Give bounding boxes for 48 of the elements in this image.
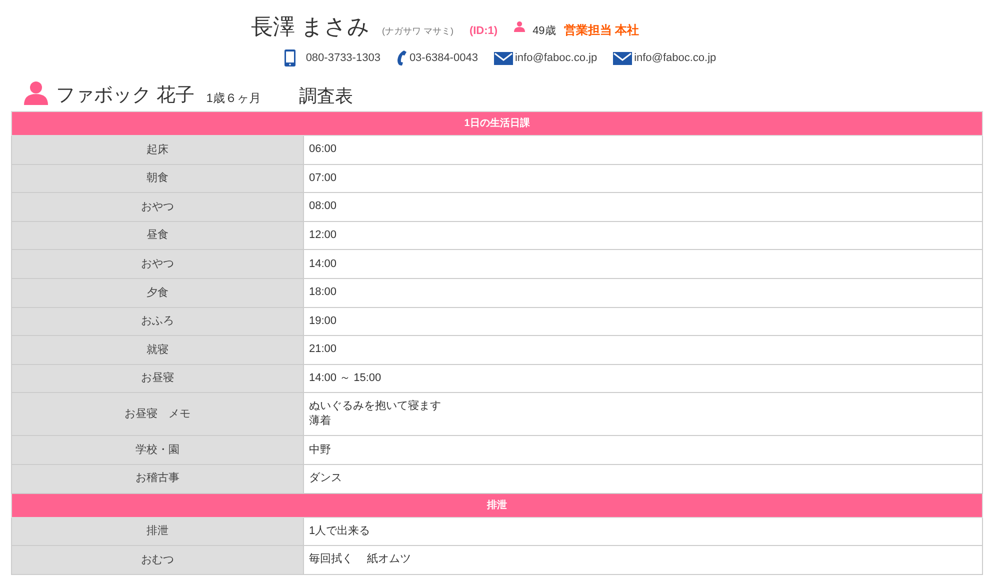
row-label: おやつ [12,250,304,278]
section-header: 1日の生活日課 [12,112,982,136]
staff-role: 営業担当 本社 [564,22,640,39]
row-label: 朝食 [12,164,304,193]
row-label: 夕食 [12,278,304,308]
staff-name: 長澤 まさみ [250,13,370,41]
row-label: 学校・園 [12,436,304,464]
row-label: お昼寝 [12,364,304,393]
table-cell: ぬいぐるみを抱いて寝ます 薄着 [304,392,982,436]
table-cell: 毎回拭く 紙オムツ [304,546,982,574]
phone-icon [396,50,408,66]
mail-icon [613,52,632,64]
row-label: 排泄 [12,517,304,546]
child-age: 1歳６ヶ月 [206,92,261,104]
row-label: おむつ [12,546,304,574]
table-cell: 12:00 [304,221,982,250]
table-cell: 08:00 [304,192,982,222]
table-cell: 14:00 [304,250,982,278]
child-name: ファボック 花子 [56,86,194,105]
row-label: お昼寝 メモ [12,392,304,436]
row-label: 昼食 [12,221,304,250]
row-label: おふろ [12,307,304,336]
section-header: 排泄 [12,493,982,518]
row-label: 起床 [12,136,304,164]
staff-id: (ID:1) [469,24,498,39]
mobile-phone-icon [284,49,296,67]
table-cell: 07:00 [304,164,982,193]
table-cell: 19:00 [304,307,982,336]
phone-number: 03-6384-0043 [409,50,478,66]
table-cell: 中野 [304,436,982,464]
table-cell: 1人で出来る [304,517,982,546]
form-title: 調査表 [298,87,353,105]
table-cell: 18:00 [304,278,982,308]
mail-icon [494,52,513,64]
table-cell: 21:00 [304,336,982,364]
phone-number: 080-3733-1303 [306,50,380,66]
staff-kana: (ナガサワ マサミ) [382,25,454,38]
staff-age: 49歳 [532,24,556,39]
email-text: info@faboc.co.jp [514,50,598,66]
row-label: おやつ [12,192,304,222]
table-cell: 14:00 ～ 15:00 [304,364,982,393]
person-icon [514,21,525,32]
person-icon [24,81,48,105]
row-label: お稽古事 [12,464,304,494]
row-label: 就寝 [12,336,304,364]
table-cell: ダンス [304,464,982,494]
email-text: info@faboc.co.jp [634,50,716,66]
table-cell: 06:00 [304,136,982,164]
